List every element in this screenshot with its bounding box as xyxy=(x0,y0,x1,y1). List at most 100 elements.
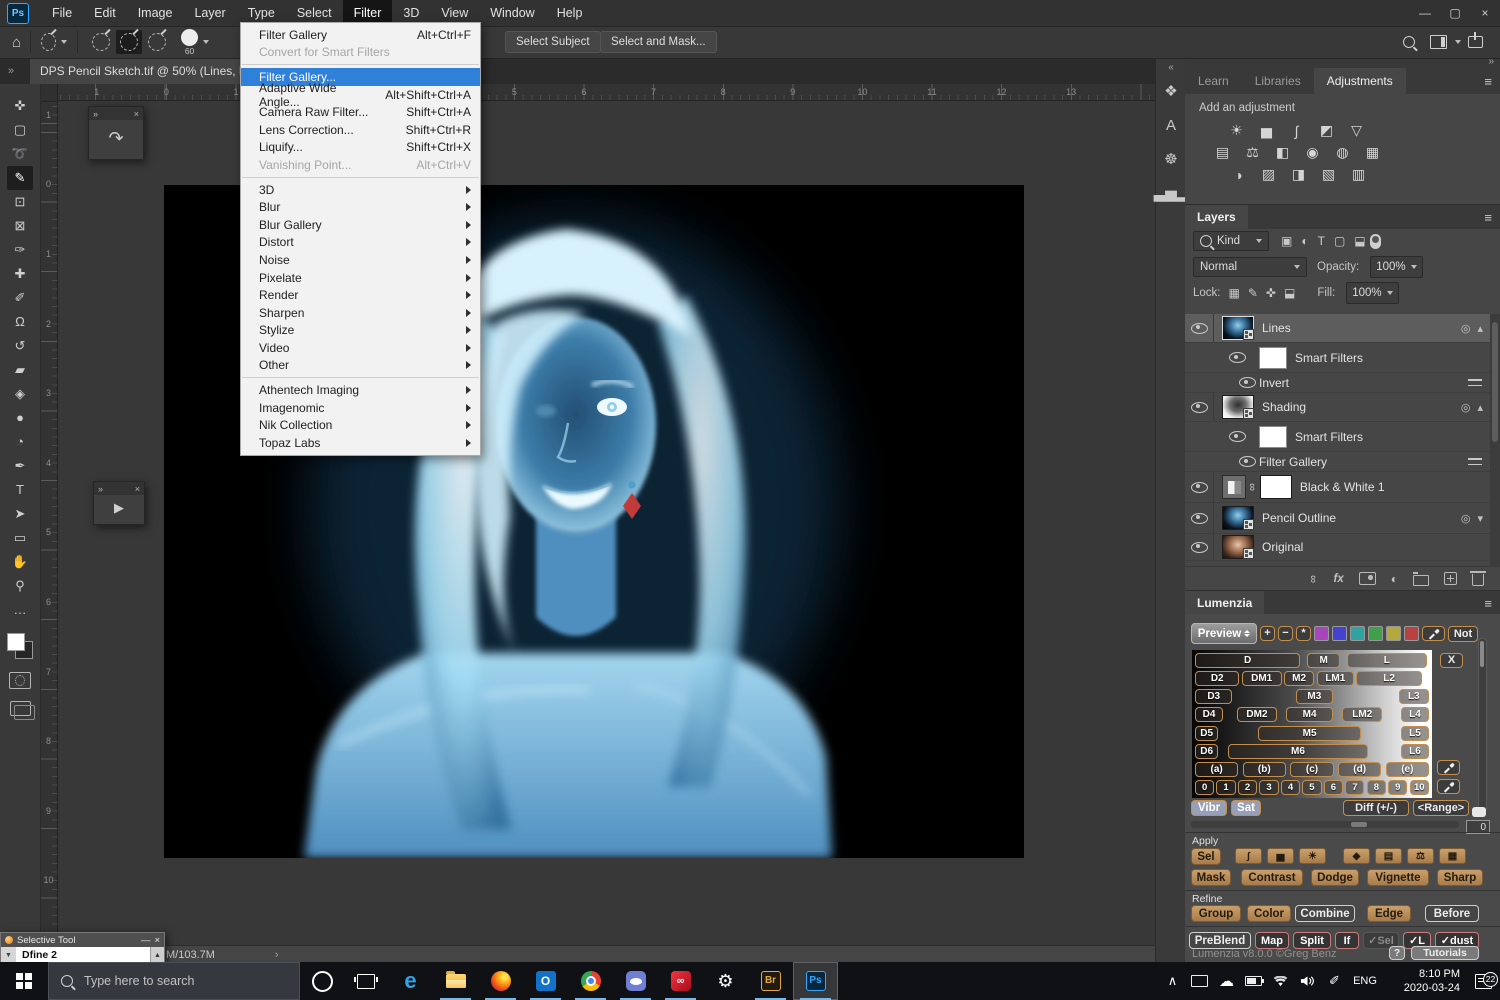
eyedropper-button[interactable] xyxy=(1422,626,1445,641)
menu-item-liquify[interactable]: Liquify...Shift+Ctrl+X xyxy=(241,139,480,157)
maximize-button[interactable]: ▢ xyxy=(1440,0,1470,26)
tab-libraries[interactable]: Libraries xyxy=(1242,68,1314,94)
filter-mask-thumbnail[interactable] xyxy=(1259,347,1287,369)
menu-item-topaz-labs[interactable]: Topaz Labs xyxy=(241,434,480,452)
strip-apply-icon[interactable]: ▤ xyxy=(1375,848,1402,864)
layer-thumbnail[interactable] xyxy=(1222,316,1254,340)
menu-item-video[interactable]: Video xyxy=(241,339,480,357)
layer-mask-thumbnail[interactable] xyxy=(1260,475,1292,499)
clone-stamp-tool[interactable]: Ω xyxy=(7,310,33,334)
split-button[interactable]: Split xyxy=(1293,932,1331,949)
layer-row-smart-filters-2[interactable]: Smart Filters xyxy=(1185,422,1490,452)
saturation-button[interactable]: Sat xyxy=(1231,800,1261,816)
lock-position-icon[interactable]: ✜ xyxy=(1266,286,1276,300)
curves-icon[interactable]: ∫ xyxy=(1285,121,1308,140)
quick-selection-tool[interactable]: ✎ xyxy=(7,166,33,190)
menu-edit[interactable]: Edit xyxy=(83,0,127,26)
swatch-olive[interactable] xyxy=(1386,626,1401,641)
color-balance-icon[interactable]: ⚖ xyxy=(1241,143,1264,162)
close-button[interactable]: × xyxy=(1470,0,1500,26)
link-layers-icon[interactable]: ∞ xyxy=(1307,575,1319,583)
volume-icon[interactable] xyxy=(1294,975,1321,987)
eyedropper-tool[interactable]: ✑ xyxy=(7,238,33,262)
contrast-button[interactable]: Contrast xyxy=(1241,869,1303,886)
cortana-button[interactable] xyxy=(300,962,344,1000)
menu-item-imagenomic[interactable]: Imagenomic xyxy=(241,399,480,417)
brush-tool[interactable]: ✐ xyxy=(7,286,33,310)
taskbar-chrome[interactable] xyxy=(568,962,613,1000)
levels-apply-icon[interactable]: ▅ xyxy=(1267,848,1294,864)
add-mask-icon[interactable] xyxy=(1359,572,1376,585)
brightness-apply-icon[interactable]: ☀ xyxy=(1299,848,1326,864)
vertical-ruler[interactable]: 101234567891011 xyxy=(40,101,58,945)
zone-button-l4[interactable]: L4 xyxy=(1401,707,1429,722)
vibrance-button[interactable]: Vibr xyxy=(1191,800,1227,816)
filter-blending-icon[interactable] xyxy=(1468,457,1482,466)
zone-letter-button-e[interactable]: (e) xyxy=(1386,762,1429,777)
tab-overflow-icon[interactable]: » xyxy=(8,58,14,84)
select-and-mask-button[interactable]: Select and Mask... xyxy=(600,31,717,53)
type-tool[interactable]: T xyxy=(7,478,33,502)
collapse-filters-icon[interactable]: ▴ xyxy=(1477,322,1483,335)
zone-number-button-5[interactable]: 5 xyxy=(1302,780,1321,795)
taskbar-photoshop[interactable]: Ps xyxy=(793,962,838,1000)
black-white-icon[interactable]: ◧ xyxy=(1271,143,1294,162)
visibility-toggle[interactable] xyxy=(1185,393,1214,421)
visibility-toggle[interactable] xyxy=(1185,472,1214,502)
visibility-toggle[interactable] xyxy=(1223,422,1251,451)
foreground-color-swatch[interactable] xyxy=(7,633,25,651)
status-chevron-icon[interactable]: › xyxy=(275,949,279,961)
visibility-toggle[interactable] xyxy=(1185,503,1214,533)
type-layer-filter-icon[interactable]: T xyxy=(1318,234,1325,248)
menu-item-stylize[interactable]: Stylize xyxy=(241,322,480,340)
new-selection-mode-button[interactable] xyxy=(88,30,114,54)
search-input[interactable] xyxy=(82,973,276,989)
brightness-contrast-icon[interactable]: ☀ xyxy=(1225,121,1248,140)
layer-row-invert[interactable]: Invert xyxy=(1185,373,1490,393)
vignette-apply-icon[interactable]: ◆ xyxy=(1343,848,1370,864)
menu-item-nik-collection[interactable]: Nik Collection xyxy=(241,416,480,434)
zone-button-dm2[interactable]: DM2 xyxy=(1237,707,1277,722)
wifi-icon[interactable] xyxy=(1267,976,1294,987)
if-button[interactable]: If xyxy=(1335,932,1359,949)
zone-button-l2[interactable]: L2 xyxy=(1356,671,1422,686)
taskbar-search[interactable] xyxy=(48,962,300,1000)
zone-button-lm2[interactable]: LM2 xyxy=(1342,707,1382,722)
menu-image[interactable]: Image xyxy=(127,0,184,26)
adjustment-layer-filter-icon[interactable]: ◐ xyxy=(1301,234,1308,248)
eraser-tool[interactable]: ▰ xyxy=(7,358,33,382)
zone-button-d3[interactable]: D3 xyxy=(1195,689,1232,704)
plugin-panel-icon[interactable]: ❖ xyxy=(1156,74,1186,108)
tool-preset-icon[interactable] xyxy=(41,30,67,54)
glyphs-panel-icon[interactable]: A xyxy=(1156,108,1186,142)
taskbar-outlook[interactable]: O xyxy=(523,962,568,1000)
zone-button-m3[interactable]: M3 xyxy=(1296,689,1333,704)
layer-filter-dropdown[interactable]: Kind xyxy=(1193,231,1269,251)
healing-brush-tool[interactable]: ✚ xyxy=(7,262,33,286)
pen-tool[interactable]: ✒ xyxy=(7,454,33,478)
smart-filter-badge-icon[interactable]: ◎ xyxy=(1461,512,1471,525)
preview-star-button[interactable]: * xyxy=(1296,626,1311,641)
zone-letter-button-b[interactable]: (b) xyxy=(1243,762,1286,777)
crop-tool[interactable]: ⊡ xyxy=(7,190,33,214)
layer-row-black-white[interactable]: ∞ Black & White 1 xyxy=(1185,472,1490,503)
swatch-red[interactable] xyxy=(1404,626,1419,641)
menu-item-blur[interactable]: Blur xyxy=(241,198,480,216)
lumenzia-scrollbar[interactable] xyxy=(1478,638,1487,812)
zoom-tool[interactable]: ⚲ xyxy=(7,574,33,598)
filter-mask-thumbnail[interactable] xyxy=(1259,426,1287,448)
marquee-tool[interactable]: ▢ xyxy=(7,118,33,142)
visibility-toggle[interactable] xyxy=(1223,343,1251,372)
clone-source-icon[interactable]: ↷ xyxy=(108,128,123,149)
zone-button-l3[interactable]: L3 xyxy=(1399,689,1429,704)
horizontal-ruler[interactable]: 1012345678910111213 xyxy=(40,84,1155,101)
screen-mode-button[interactable] xyxy=(10,701,31,716)
hue-saturation-icon[interactable]: ▤ xyxy=(1211,143,1234,162)
zone-x-button[interactable]: X xyxy=(1440,653,1463,668)
home-icon[interactable]: ⌂ xyxy=(12,34,21,51)
vibrance-icon[interactable]: ▽ xyxy=(1345,121,1368,140)
play-icon[interactable]: ▶ xyxy=(114,500,124,516)
preview-button[interactable]: Preview xyxy=(1191,623,1257,644)
zone-number-button-9[interactable]: 9 xyxy=(1388,780,1407,795)
more-tools[interactable]: … xyxy=(7,598,33,622)
